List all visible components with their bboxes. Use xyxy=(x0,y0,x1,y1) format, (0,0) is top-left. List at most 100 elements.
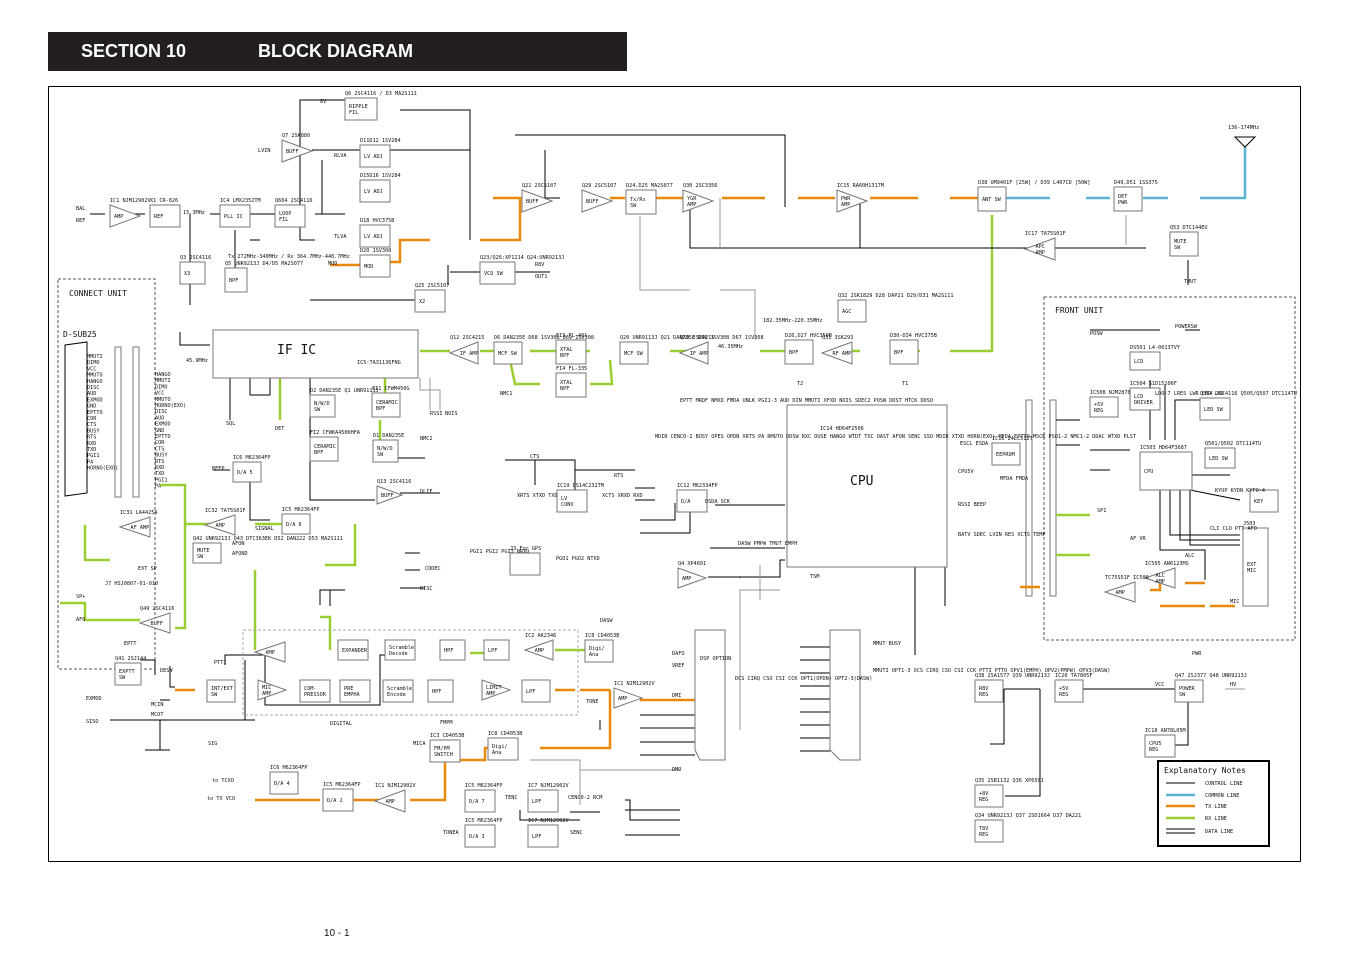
block-agc: AGC Q32 2SK1829 D28 DAP21 D29/D31 MA2S111 xyxy=(837,293,954,323)
signal-label-sp: SP+ xyxy=(76,594,85,600)
connector-pin: MMUTI xyxy=(155,378,171,384)
signal-label-cts: CTS xyxy=(530,454,539,460)
block-label: BPF xyxy=(376,406,385,412)
block-label: IF AMP xyxy=(460,351,479,357)
block-label: AMP xyxy=(535,648,544,654)
block-label: AMP xyxy=(682,576,691,582)
block-da3: D/A 3 IC5 M62364FP xyxy=(464,818,502,848)
dsub-label: D-SUB25 xyxy=(63,330,97,339)
block-part-number: Q29 2SC5107 xyxy=(582,183,616,189)
block-part-number: FI1 CFWM450G xyxy=(372,386,409,392)
block-part-number: IC8 CD4053B xyxy=(488,731,522,737)
block-scr-enc: ScrambleEncode xyxy=(382,679,414,703)
block-cer2: CERAMICBPFFI2 CFWKA450KHFA xyxy=(309,430,361,462)
signal-label-mcot: MCOT xyxy=(151,712,164,718)
block-x3: X3 Q3 2SC4116 xyxy=(179,255,211,285)
block-part-number: Q30 2SC3356 xyxy=(683,183,717,189)
dsp-option-block xyxy=(694,629,726,761)
signal-label-eight-v: 8V xyxy=(320,99,326,105)
signal-label-dmi: DMI xyxy=(672,693,681,699)
block-label: D/A 4 xyxy=(274,781,290,787)
block-label: Decode xyxy=(389,651,408,657)
block-part-number: D1 DAN235E xyxy=(373,433,404,439)
block-label: FIL xyxy=(349,110,358,116)
block-label: REG xyxy=(979,692,988,698)
block-mod: MOD D20 1SV308 xyxy=(359,248,391,278)
block-part-number: Q41 2SJ144 xyxy=(115,656,146,662)
block-label: SW xyxy=(197,554,204,560)
rx-line-front-sp xyxy=(1056,513,1090,557)
block-mic-amp: MICAMP xyxy=(257,679,288,701)
signal-label-t2: T2 xyxy=(797,381,803,387)
connector-pin: HANGO xyxy=(87,379,103,385)
block-part-number: Q12 2SC4215 xyxy=(450,335,484,341)
block-part-number: IC17 TA75S01F xyxy=(1025,231,1066,237)
block-label: LV ADJ xyxy=(364,154,383,160)
block-if-amp: IF AMP Q12 2SC4215 xyxy=(448,335,484,365)
signal-label-ptti: PTTI xyxy=(214,660,227,666)
signal-label-vcc: VCC xyxy=(1155,682,1164,688)
signal-label-posw: POSW xyxy=(1090,331,1103,337)
signal-label-powersw: POWERSW xyxy=(1175,324,1198,330)
control-line-disc xyxy=(400,552,425,589)
block-label: BUFF xyxy=(526,199,539,205)
block-r8v: R8VREGQ38 2SA1577 Q39 UNR9213J xyxy=(974,673,1050,703)
block-lvconv: LVCONVIC19 DS14C232TM xyxy=(556,483,604,513)
connector-pin: HORNO(EXO) xyxy=(87,466,118,472)
block-part-number: FI4 FL-335 xyxy=(556,366,587,372)
block-part-number: Q31 3SK293 xyxy=(822,335,853,341)
block-apc: APCAMPIC17 TA75S01F xyxy=(1023,231,1066,261)
block-mute-sw: MUTESWQ42 UNR9213J Q43 DTC363EK D52 DAN2… xyxy=(192,536,343,564)
signal-label-rlva: RLVA xyxy=(334,153,347,159)
block-label: LED SW xyxy=(1204,407,1224,413)
antenna-freq: 136-174MHz xyxy=(1228,125,1259,131)
signal-label-dlif: DLIF xyxy=(420,489,433,495)
block-label: KEY xyxy=(1254,499,1264,505)
block-lpf2: LPF xyxy=(521,679,551,703)
block-label: AMP xyxy=(687,202,696,208)
signal-label-senc: SENC xyxy=(570,830,583,836)
svg-text:CONTROL LINE: CONTROL LINE xyxy=(1205,781,1242,787)
signal-label-ref: REF xyxy=(76,218,85,224)
signal-label-tmut: TMUT xyxy=(1184,279,1197,285)
block-label: SW xyxy=(1174,245,1181,251)
block-label: LPF xyxy=(488,648,497,654)
block-da4: D/A 4 IC6 M62364FP xyxy=(269,765,307,795)
bus-label-top-in: EPTT MRDF NMXD FMDA UNLK PGI1-3 AUD DIN … xyxy=(680,398,933,404)
signal-label-lvin: LVIN xyxy=(258,148,271,154)
connector-pin: PGI1 xyxy=(87,453,100,459)
if-ic-parts: IC5:TA31136FNG xyxy=(357,360,401,366)
block-nwd1: N/W/DSWD2 DAN235E Q1 UNR9113J xyxy=(309,388,379,418)
block-amp-ic2: AMP IC2 AK2346 xyxy=(523,633,556,661)
block-part-number: Q22 2SC5107 xyxy=(522,183,556,189)
block-lpf-ic7a: LPF IC7 NJM12902V xyxy=(527,783,569,813)
connector-pin: EXMOD xyxy=(87,397,103,403)
cpu-label: CPU xyxy=(850,474,873,489)
rx-line-antsw xyxy=(985,215,994,353)
block-label: BPF xyxy=(560,353,569,359)
tx-line-vco xyxy=(480,196,522,242)
block-amp-rx: AMP xyxy=(253,641,286,663)
block-ant-sw: ANT SW D38 UM9401F [25W] / D39 L407CD [50… xyxy=(977,180,1090,212)
signal-label-rssi: RSSI xyxy=(430,411,443,417)
bus-label-cpu5v: CPU5V xyxy=(958,469,974,475)
block-label: Ana xyxy=(492,750,501,756)
block-part-number: IC4 LMX2352TM xyxy=(220,198,261,204)
block-label: D/A 7 xyxy=(469,799,485,805)
connector-pin: RXD xyxy=(87,441,96,447)
block-label: REG xyxy=(979,797,988,803)
connector-pin: VCC xyxy=(155,391,164,397)
block-bpf-q5: BPF Q5 UNR9213J D4/D5 MA2S077 xyxy=(224,261,303,293)
block-intext: INT/EXTSW xyxy=(206,679,236,703)
j502-pin-list: MMUTIDIMOVCCMMUTOHANGODISCAUDEXMODGNDEPT… xyxy=(87,354,118,472)
block-part-number: D20 1SV308 xyxy=(360,248,391,254)
block-digi1: Digi/AnaIC8 CD4053B xyxy=(584,633,619,663)
block-label: AMP xyxy=(1156,579,1165,585)
control-line-apc xyxy=(689,200,1146,249)
control-line-exptt xyxy=(140,659,175,701)
svg-text:DATA LINE: DATA LINE xyxy=(1205,829,1233,835)
control-line-dsp-bus xyxy=(739,565,780,730)
legend-title: Explanatory Notes xyxy=(1164,766,1246,775)
block-lpf-q4: AMP Q4 XP4601 xyxy=(677,561,708,589)
block-label: Encode xyxy=(387,692,406,698)
